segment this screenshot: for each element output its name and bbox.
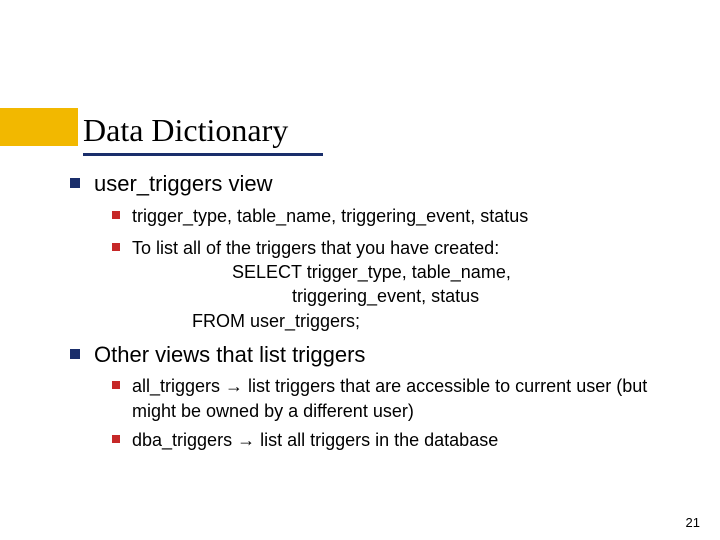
square-bullet-icon <box>70 349 80 359</box>
level2-item: all_triggers → list triggers that are ac… <box>112 374 680 423</box>
square-bullet-icon <box>112 211 120 219</box>
text-pre: all_triggers <box>132 376 225 396</box>
slide-content: user_triggers view trigger_type, table_n… <box>70 170 680 460</box>
level2-item: dba_triggers → list all triggers in the … <box>112 428 680 452</box>
level2-text: trigger_type, table_name, triggering_eve… <box>132 204 528 228</box>
level2-text: dba_triggers → list all triggers in the … <box>132 428 498 452</box>
level1-text: user_triggers view <box>94 170 273 198</box>
page-number: 21 <box>686 515 700 530</box>
level2-lead: To list all of the triggers that you hav… <box>132 238 499 258</box>
square-bullet-icon <box>112 435 120 443</box>
code-line: FROM user_triggers; <box>192 309 511 333</box>
level1-item: Other views that list triggers <box>70 341 680 369</box>
level2-text: To list all of the triggers that you hav… <box>132 236 511 333</box>
code-block: SELECT trigger_type, table_name, trigger… <box>232 260 511 333</box>
arrow-right-icon: → <box>237 430 255 450</box>
text-pre: dba_triggers <box>132 430 237 450</box>
level2-item: trigger_type, table_name, triggering_eve… <box>112 204 680 228</box>
square-bullet-icon <box>112 381 120 389</box>
arrow-right-icon: → <box>225 376 243 396</box>
title-underline <box>83 153 323 156</box>
code-line: triggering_event, status <box>292 284 511 308</box>
slide-title-block: Data Dictionary <box>83 112 323 156</box>
level1-item: user_triggers view <box>70 170 680 198</box>
square-bullet-icon <box>112 243 120 251</box>
square-bullet-icon <box>70 178 80 188</box>
text-post: list all triggers in the database <box>255 430 498 450</box>
level2-item: To list all of the triggers that you hav… <box>112 236 680 333</box>
level1-text: Other views that list triggers <box>94 341 365 369</box>
code-line: SELECT trigger_type, table_name, <box>232 260 511 284</box>
slide-title: Data Dictionary <box>83 112 323 153</box>
level2-text: all_triggers → list triggers that are ac… <box>132 374 680 423</box>
accent-bar <box>0 108 78 146</box>
